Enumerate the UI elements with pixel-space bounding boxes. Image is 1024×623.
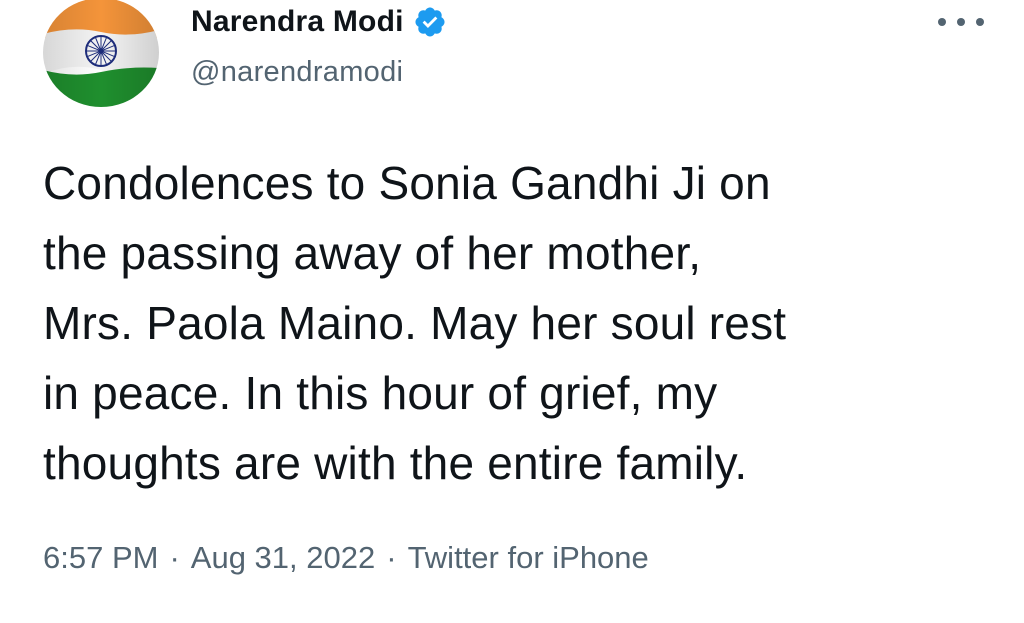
author-info: Narendra Modi @narendramodi bbox=[191, 4, 447, 89]
separator: · bbox=[386, 540, 397, 575]
user-handle[interactable]: @narendramodi bbox=[191, 56, 447, 89]
avatar[interactable] bbox=[43, 0, 159, 107]
more-options-button[interactable] bbox=[938, 10, 984, 34]
more-horizontal-icon-dot bbox=[957, 18, 965, 26]
tweet-metadata: 6:57 PM · Aug 31, 2022 · Twitter for iPh… bbox=[43, 540, 649, 576]
verified-badge-icon[interactable] bbox=[413, 5, 447, 39]
name-row: Narendra Modi bbox=[191, 4, 447, 40]
tweet-text: Condolences to Sonia Gandhi Ji on the pa… bbox=[43, 157, 787, 489]
india-flag-avatar-image bbox=[43, 0, 159, 107]
display-name[interactable]: Narendra Modi bbox=[191, 5, 404, 39]
tweet-time[interactable]: 6:57 PM bbox=[43, 540, 158, 576]
ashoka-chakra-icon bbox=[85, 35, 117, 67]
tweet-source[interactable]: Twitter for iPhone bbox=[408, 540, 649, 576]
more-horizontal-icon-dot bbox=[976, 18, 984, 26]
more-horizontal-icon bbox=[938, 18, 946, 26]
separator: · bbox=[169, 540, 180, 575]
tweet-card: Narendra Modi @narendramodi Condolences … bbox=[0, 0, 1024, 623]
tweet-date[interactable]: Aug 31, 2022 bbox=[191, 540, 375, 576]
